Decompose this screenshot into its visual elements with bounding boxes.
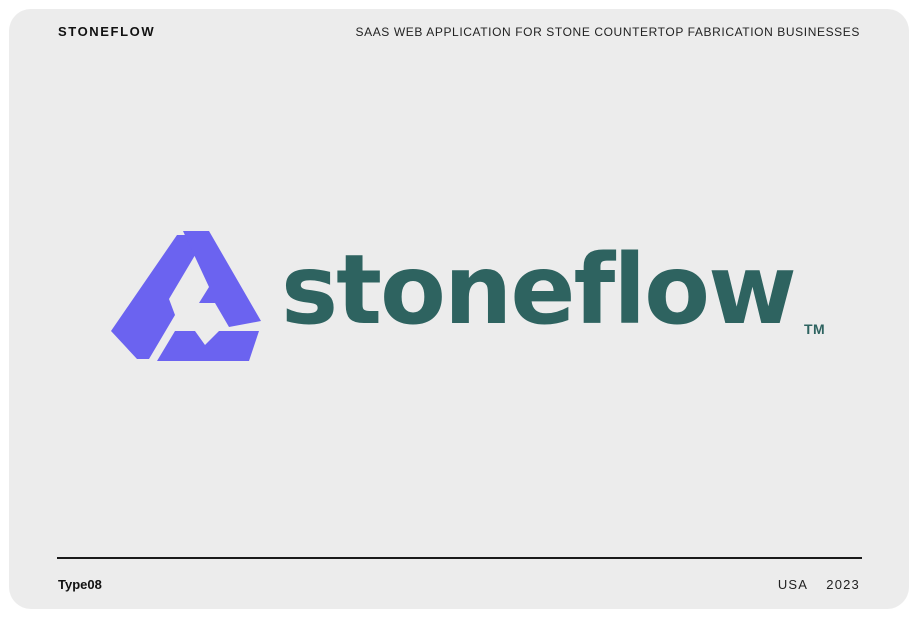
year-label: 2023 — [826, 577, 860, 592]
brand-name: STONEFLOW — [58, 24, 156, 39]
tagline: SAAS WEB APPLICATION FOR STONE COUNTERTO… — [355, 25, 860, 39]
stoneflow-triangle-mark-icon — [111, 231, 261, 361]
footer-divider — [57, 557, 862, 559]
footer-meta: USA 2023 — [764, 577, 860, 592]
studio-name: Type08 — [58, 577, 102, 592]
wordmark: stoneflow — [281, 234, 797, 346]
country-label: USA — [777, 577, 808, 592]
trademark-symbol: TM — [804, 321, 826, 337]
mark-segment-right — [183, 231, 261, 327]
mark-segment-bottom — [157, 331, 259, 361]
presentation-card: STONEFLOW SAAS WEB APPLICATION FOR STONE… — [9, 9, 909, 609]
